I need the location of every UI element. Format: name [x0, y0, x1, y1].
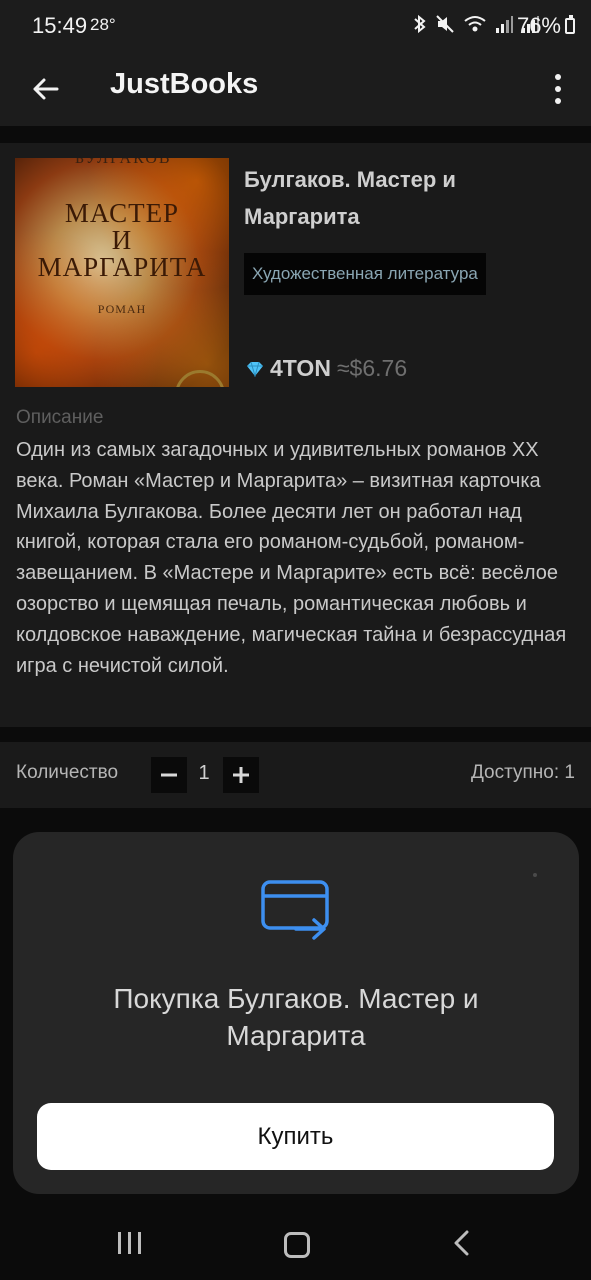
buy-button[interactable]: Купить [37, 1103, 554, 1170]
genre-badge[interactable]: Художественная литература [244, 253, 486, 295]
quantity-increase-button[interactable] [223, 757, 259, 793]
mute-icon [436, 15, 454, 33]
cover-author: БУЛГАКОВ [75, 158, 172, 167]
battery-percentage: 76% [516, 13, 561, 38]
purchase-title: Покупка Булгаков. Мастер и Маргарита [113, 983, 479, 1051]
cover-emblem [175, 370, 225, 387]
sheet-dot [533, 873, 537, 877]
quantity-available: Доступно: 1 [470, 762, 575, 783]
more-vert-dot [555, 98, 561, 104]
description-label: Описание [16, 407, 104, 428]
cover-title-line: МАСТЕР [64, 198, 180, 228]
wifi-icon [464, 16, 486, 32]
book-card: БУЛГАКОВ МАСТЕР И МАРГАРИТА РОМАН Булгак… [0, 143, 591, 727]
quantity-value: 1 [198, 762, 210, 784]
quantity-label: Количество [16, 762, 119, 783]
status-bar: 15:49 28° 76% [0, 0, 591, 54]
battery-icon [565, 15, 575, 34]
more-vert-dot [555, 86, 561, 92]
cover-title-line: И [111, 225, 133, 255]
cover-title-line: МАРГАРИТА [37, 252, 207, 282]
recent-apps-button[interactable] [118, 1232, 141, 1254]
plus-icon [233, 767, 249, 783]
cover-title: МАСТЕР И МАРГАРИТА [15, 200, 229, 281]
more-options-button[interactable] [547, 68, 569, 110]
app-title: JustBooks [110, 68, 259, 100]
signal-icon [496, 16, 513, 33]
quantity-bar: Количество 1 Доступно: 1 [0, 742, 591, 808]
more-vert-icon [555, 74, 561, 80]
recent-apps-icon-bar [138, 1232, 141, 1254]
recent-apps-icon-bar [128, 1232, 131, 1254]
arrow-left-icon [33, 78, 59, 100]
bluetooth-icon [414, 14, 426, 34]
ton-diamond-icon [247, 361, 263, 377]
app-bar: JustBooks [0, 54, 591, 126]
system-nav-bar [0, 1196, 591, 1280]
price-usd: ≈$6.76 [336, 355, 408, 381]
status-temperature: 28° [90, 15, 116, 34]
quantity-decrease-button[interactable] [151, 757, 187, 793]
home-button[interactable] [284, 1232, 310, 1258]
price-ton: 4TON [270, 355, 331, 381]
price-row: 4TON ≈$6.76 [246, 355, 407, 382]
cover-subtitle: РОМАН [97, 302, 147, 316]
book-title: Булгаков. Мастер и Маргарита [244, 167, 456, 229]
description-text: Один из самых загадочных и удивительных … [16, 439, 567, 677]
recent-apps-icon [118, 1232, 121, 1254]
purchase-sheet: Покупка Булгаков. Мастер и Маргарита Куп… [13, 832, 579, 1194]
card-payment-icon [261, 880, 329, 940]
book-cover-image: БУЛГАКОВ МАСТЕР И МАРГАРИТА РОМАН [15, 158, 229, 387]
system-back-icon[interactable] [452, 1230, 470, 1256]
back-button[interactable] [24, 68, 66, 110]
status-time: 15:49 [32, 13, 88, 38]
minus-icon [161, 773, 177, 777]
